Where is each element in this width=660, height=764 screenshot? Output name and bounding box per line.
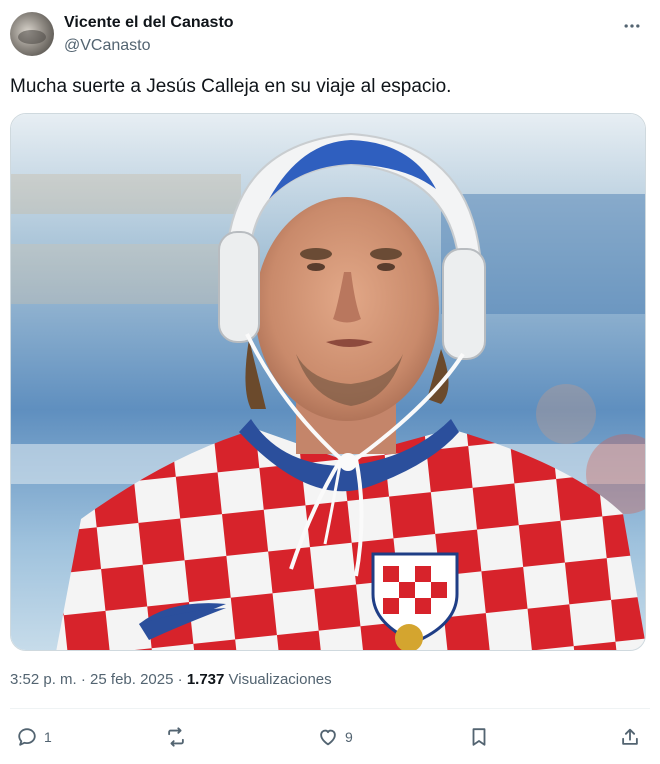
bookmark-button[interactable] xyxy=(468,722,490,752)
bookmark-icon xyxy=(472,728,486,746)
tweet-time[interactable]: 3:52 p. m. xyxy=(10,671,77,688)
views-label[interactable]: Visualizaciones xyxy=(224,671,332,688)
reply-icon xyxy=(18,728,36,746)
divider xyxy=(10,708,650,709)
share-button[interactable] xyxy=(619,722,641,752)
author-name[interactable]: Vicente el del Canasto xyxy=(64,14,234,32)
views-count[interactable]: 1.737 xyxy=(187,671,225,688)
tweet-date[interactable]: 25 feb. 2025 xyxy=(90,671,173,688)
like-count: 9 xyxy=(345,729,353,745)
reply-button[interactable]: 1 xyxy=(16,722,52,752)
meta-separator: · xyxy=(173,671,187,688)
avatar[interactable] xyxy=(10,12,54,56)
tweet-meta: 3:52 p. m. · 25 feb. 2025 · 1.737 Visual… xyxy=(10,671,332,688)
tweet-text: Mucha suerte a Jesús Calleja en su viaje… xyxy=(10,76,452,97)
tweet-header: Vicente el del Canasto @VCanasto xyxy=(10,10,650,62)
action-bar: 1 9 xyxy=(0,722,660,752)
more-icon[interactable] xyxy=(620,14,644,38)
like-button[interactable]: 9 xyxy=(317,722,353,752)
repost-icon xyxy=(168,727,184,747)
repost-button[interactable] xyxy=(165,722,187,752)
photo-illustration xyxy=(11,114,645,650)
heart-icon xyxy=(320,729,336,746)
reply-count: 1 xyxy=(44,729,52,745)
author-handle[interactable]: @VCanasto xyxy=(64,37,151,55)
tweet-image[interactable] xyxy=(10,113,646,651)
share-icon xyxy=(622,728,638,745)
meta-separator: · xyxy=(76,671,91,688)
